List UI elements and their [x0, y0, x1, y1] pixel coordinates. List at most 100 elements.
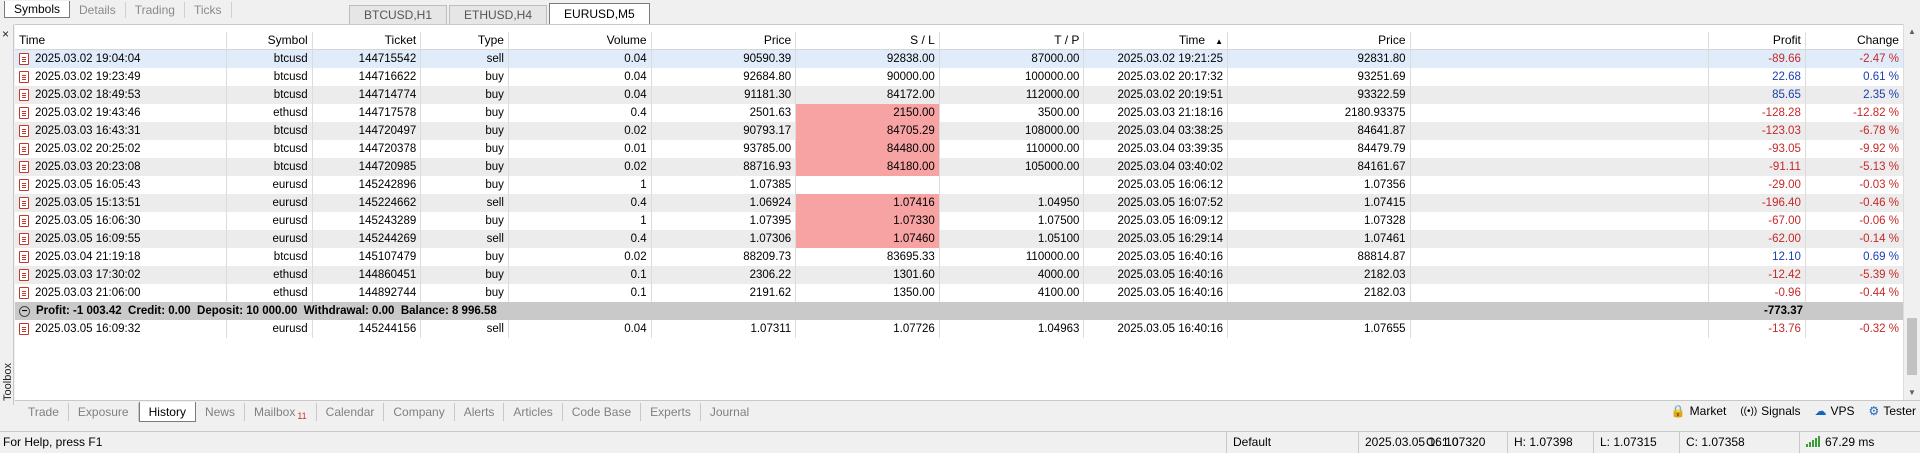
- tester-button[interactable]: ⚙ Tester: [1869, 404, 1916, 418]
- cell-ticket: 145224662: [313, 194, 422, 212]
- deal-document-icon: [19, 53, 29, 65]
- status-connection[interactable]: 67.29 ms: [1799, 432, 1920, 453]
- chart-tabs: BTCUSD,H1 ETHUSD,H4 EURUSD,M5: [349, 3, 652, 24]
- col-header-price[interactable]: Price: [652, 32, 797, 50]
- vps-button[interactable]: ☁ VPS: [1815, 404, 1855, 418]
- tab-journal[interactable]: Journal: [701, 403, 758, 421]
- col-header-symbol[interactable]: Symbol: [227, 32, 313, 50]
- col-header-change[interactable]: Change: [1806, 32, 1903, 50]
- tab-company[interactable]: Company: [384, 403, 455, 421]
- table-row[interactable]: 2025.03.02 19:43:46 ethusd 144717578 buy 0.4…: [15, 104, 1903, 122]
- open-time-text: 2025.03.02 19:04:04: [35, 53, 141, 65]
- cell-stop-loss: 84172.00: [796, 86, 940, 104]
- cell-open-price: 1.07306: [652, 230, 797, 248]
- table-row[interactable]: 2025.03.05 16:06:30 eurusd 145243289 buy 1 1.…: [15, 212, 1903, 230]
- cell-open-time: 2025.03.03 16:43:31: [15, 122, 227, 140]
- col-header-sl[interactable]: S / L: [796, 32, 940, 50]
- cell-spacer: [1411, 212, 1709, 230]
- cell-volume: 0.4: [509, 194, 652, 212]
- table-row[interactable]: 2025.03.03 17:30:02 ethusd 144860451 buy 0.1…: [15, 266, 1903, 284]
- cell-profit: -0.96: [1709, 284, 1806, 302]
- col-header-close-price[interactable]: Price: [1228, 32, 1411, 50]
- col-header-close-time[interactable]: Time ▲: [1084, 32, 1229, 50]
- history-summary-row[interactable]: − Profit: -1 003.42 Credit: 0.00 Deposit…: [15, 302, 1903, 320]
- col-header-type[interactable]: Type: [421, 32, 509, 50]
- cell-open-price: 92684.80: [652, 68, 797, 86]
- cell-take-profit: [940, 176, 1085, 194]
- tab-symbols[interactable]: Symbols: [4, 1, 71, 18]
- deal-document-icon: [19, 179, 29, 191]
- table-row[interactable]: 2025.03.05 16:05:43 eurusd 145242896 buy 1 1.…: [15, 176, 1903, 194]
- cell-volume: 1: [509, 176, 652, 194]
- tab-mailbox[interactable]: Mailbox 11: [245, 403, 317, 421]
- col-header-time[interactable]: Time: [15, 32, 227, 50]
- col-header-volume[interactable]: Volume: [509, 32, 652, 50]
- cell-close-price: 1.07356: [1228, 176, 1411, 194]
- vertical-scrollbar[interactable]: ▲ ▼: [1903, 24, 1920, 400]
- cell-stop-loss: 84180.00: [796, 158, 940, 176]
- scroll-up-icon[interactable]: ▲: [1908, 27, 1916, 36]
- table-row[interactable]: 2025.03.02 20:25:02 btcusd 144720378 buy 0.0…: [15, 140, 1903, 158]
- signals-button[interactable]: ((•)) Signals: [1740, 404, 1800, 418]
- tab-experts[interactable]: Experts: [641, 403, 701, 421]
- cell-stop-loss: 90000.00: [796, 68, 940, 86]
- deal-document-icon: [19, 287, 29, 299]
- tab-alerts[interactable]: Alerts: [455, 403, 505, 421]
- cell-spacer: [1411, 248, 1709, 266]
- table-row[interactable]: 2025.03.03 20:23:08 btcusd 144720985 buy 0.0…: [15, 158, 1903, 176]
- scrollbar-thumb[interactable]: [1907, 318, 1917, 375]
- tab-details[interactable]: Details: [70, 2, 126, 18]
- tab-calendar[interactable]: Calendar: [317, 403, 385, 421]
- table-row[interactable]: 2025.03.04 21:19:18 btcusd 145107479 buy 0.0…: [15, 248, 1903, 266]
- status-low: L: 1.07315: [1593, 432, 1679, 453]
- col-header-tp[interactable]: T / P: [940, 32, 1085, 50]
- cell-symbol: btcusd: [227, 86, 313, 104]
- cell-volume: 0.02: [509, 248, 652, 266]
- status-profile[interactable]: Default: [1226, 432, 1358, 453]
- tab-news[interactable]: News: [196, 403, 245, 421]
- table-row[interactable]: 2025.03.02 19:23:49 btcusd 144716622 buy 0.0…: [15, 68, 1903, 86]
- cell-symbol: btcusd: [227, 158, 313, 176]
- table-row[interactable]: 2025.03.05 16:09:55 eurusd 145244269 sell 0.…: [15, 230, 1903, 248]
- table-row[interactable]: 2025.03.05 15:13:51 eurusd 145224662 sell 0.…: [15, 194, 1903, 212]
- tab-exposure[interactable]: Exposure: [69, 403, 139, 421]
- chart-tab-btcusd-h1[interactable]: BTCUSD,H1: [349, 5, 448, 24]
- tab-ticks[interactable]: Ticks: [185, 2, 232, 18]
- scroll-down-icon[interactable]: ▼: [1908, 388, 1916, 397]
- table-row[interactable]: 2025.03.03 16:43:31 btcusd 144720497 buy 0.0…: [15, 122, 1903, 140]
- table-row[interactable]: 2025.03.05 16:09:32 eurusd 145244156 sell 0.…: [15, 320, 1903, 338]
- market-watch-tabs: Symbols Details Trading Ticks: [4, 0, 232, 18]
- table-row[interactable]: 2025.03.02 19:04:04 btcusd 144715542 sell 0.…: [15, 50, 1903, 68]
- table-row[interactable]: 2025.03.02 18:49:53 btcusd 144714774 buy 0.0…: [15, 86, 1903, 104]
- cell-profit: -62.00: [1709, 230, 1806, 248]
- cell-change: -6.78 %: [1859, 125, 1899, 137]
- cell-volume: 0.04: [509, 320, 652, 338]
- market-button[interactable]: 🔒 Market: [1671, 404, 1727, 418]
- table-row[interactable]: 2025.03.03 21:06:00 ethusd 144892744 buy 0.1…: [15, 284, 1903, 302]
- cell-symbol: btcusd: [227, 122, 313, 140]
- cell-close-price: 93322.59: [1228, 86, 1411, 104]
- tab-articles[interactable]: Articles: [504, 403, 563, 421]
- col-header-ticket[interactable]: Ticket: [313, 32, 422, 50]
- chart-tab-ethusd-h4[interactable]: ETHUSD,H4: [449, 5, 548, 24]
- cell-symbol: btcusd: [227, 140, 313, 158]
- tab-code-base[interactable]: Code Base: [563, 403, 642, 421]
- cell-symbol: btcusd: [227, 50, 313, 68]
- cell-open-time: 2025.03.02 19:43:46: [15, 104, 227, 122]
- close-icon[interactable]: ×: [2, 27, 9, 41]
- cell-take-profit: 110000.00: [940, 248, 1085, 266]
- deal-document-icon: [19, 71, 29, 83]
- cell-volume: 0.02: [509, 122, 652, 140]
- cell-profit: 22.68: [1709, 68, 1806, 86]
- cell-spacer: [1411, 104, 1709, 122]
- service-links: 🔒 Market ((•)) Signals ☁ VPS ⚙ Tester: [1657, 404, 1916, 418]
- tab-trading[interactable]: Trading: [126, 2, 185, 18]
- cell-close-price: 1.07461: [1228, 230, 1411, 248]
- collapse-icon[interactable]: −: [19, 305, 30, 317]
- cell-open-time: 2025.03.03 20:23:08: [15, 158, 227, 176]
- tab-history[interactable]: History: [138, 402, 196, 422]
- tab-trade[interactable]: Trade: [19, 403, 69, 421]
- chart-tab-eurusd-m5[interactable]: EURUSD,M5: [549, 3, 650, 24]
- deal-document-icon: [19, 197, 29, 209]
- col-header-profit[interactable]: Profit: [1709, 32, 1806, 50]
